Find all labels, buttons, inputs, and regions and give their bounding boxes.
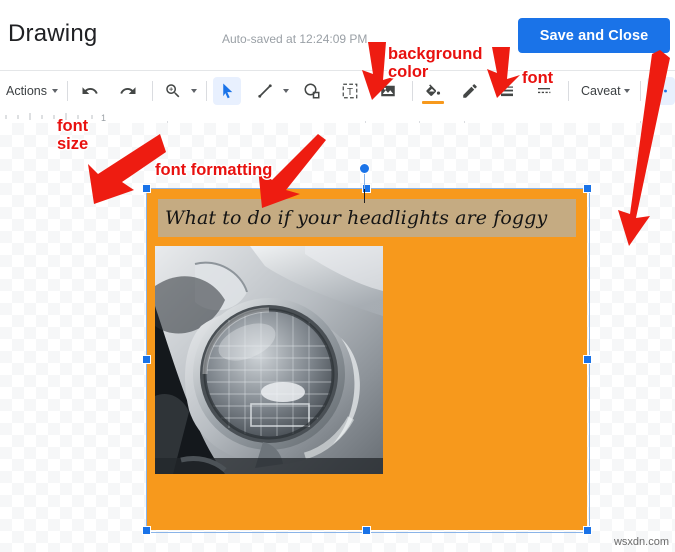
selection-handle-bottom-right[interactable] (583, 526, 592, 535)
title-text-band[interactable]: What to do if your headlights are foggy (158, 199, 576, 237)
line-weight-icon (501, 86, 513, 97)
headlight-photo[interactable] (155, 246, 383, 474)
paint-bucket-icon (426, 84, 441, 96)
undo-icon (82, 87, 98, 94)
zoom-in-icon (166, 84, 180, 98)
divider (152, 81, 153, 101)
autosave-status: Auto-saved at 12:24:09 PM (222, 32, 368, 46)
drawing-shape-orange[interactable]: What to do if your headlights are foggy (147, 189, 587, 530)
cursor-arrow-icon (223, 83, 233, 99)
font-family-value: Caveat (581, 84, 621, 98)
save-and-close-button[interactable]: Save and Close (518, 18, 670, 53)
border-weight-button[interactable] (493, 77, 521, 105)
more-options-button[interactable] (647, 77, 675, 105)
selection-handle-bottom-center[interactable] (362, 526, 371, 535)
main-toolbar: Actions T Caveat (0, 70, 675, 111)
image-icon (381, 85, 395, 97)
car-headlight-image (155, 246, 383, 474)
app-header: Drawing Auto-saved at 12:24:09 PM Save a… (0, 0, 675, 70)
actions-menu-label: Actions (6, 84, 47, 98)
divider (640, 81, 641, 101)
text-cursor-caret (364, 189, 365, 203)
line-tool[interactable] (251, 77, 279, 105)
rotation-handle[interactable] (359, 163, 370, 174)
image-tool[interactable] (374, 77, 402, 105)
selection-handle-middle-right[interactable] (583, 355, 592, 364)
ruler-ticks: 1 (0, 110, 115, 123)
pencil-icon (463, 84, 477, 98)
line-chevron-down-icon[interactable] (283, 89, 289, 93)
font-chevron-down-icon[interactable] (624, 89, 630, 93)
redo-button[interactable] (114, 77, 142, 105)
fill-color-swatch (422, 101, 444, 104)
ruler-number: 1 (101, 113, 106, 123)
line-dash-icon (538, 88, 551, 94)
selection-handle-middle-left[interactable] (142, 355, 151, 364)
shape-tool[interactable] (298, 77, 326, 105)
redo-icon (120, 87, 136, 94)
page-title: Drawing (8, 20, 98, 47)
three-dots-icon (655, 89, 667, 93)
undo-button[interactable] (76, 77, 104, 105)
select-tool[interactable] (213, 77, 241, 105)
divider (412, 81, 413, 101)
fill-color-button[interactable] (419, 77, 447, 105)
shape-icon (304, 83, 320, 99)
selection-handle-top-right[interactable] (583, 184, 592, 193)
divider (206, 81, 207, 101)
actions-menu[interactable]: Actions (0, 84, 61, 98)
divider (67, 81, 68, 101)
chevron-down-icon[interactable] (52, 89, 58, 93)
svg-text:T: T (347, 87, 353, 98)
border-dash-button[interactable] (530, 77, 558, 105)
border-color-button[interactable] (456, 77, 484, 105)
divider (568, 81, 569, 101)
zoom-chevron-down-icon[interactable] (191, 89, 197, 93)
text-box-icon: T (342, 83, 358, 99)
canvas-ruler: 1 (0, 110, 115, 123)
font-family-selector[interactable]: Caveat (575, 84, 622, 98)
text-box-tool[interactable]: T (336, 77, 364, 105)
watermark: wsxdn.com (613, 536, 669, 548)
zoom-button[interactable] (159, 77, 187, 105)
selection-handle-bottom-left[interactable] (142, 526, 151, 535)
slide-title-text: What to do if your headlights are foggy (165, 207, 548, 229)
selection-handle-top-left[interactable] (142, 184, 151, 193)
line-icon (258, 84, 272, 98)
